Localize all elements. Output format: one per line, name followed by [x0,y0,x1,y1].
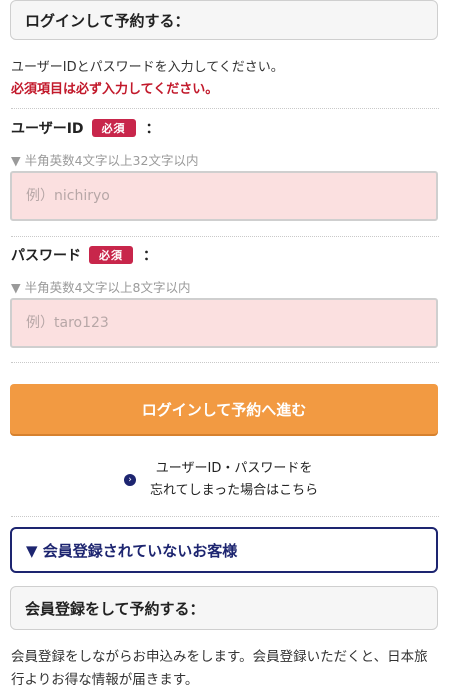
divider [11,108,439,109]
chevron-right-circle-icon: › [124,474,136,486]
login-submit-button[interactable]: ログインして予約へ進む [10,384,438,434]
divider [11,236,439,237]
login-section-title-text: ログインして予約する： [25,11,190,30]
forgot-line-1: ユーザーID・パスワードを [155,461,313,476]
login-page: ログインして予約する： ユーザーIDとパスワードを入力してください。 必須項目は… [0,0,450,688]
login-description: ユーザーIDとパスワードを入力してください。 [11,60,284,75]
password-label-text: パスワード [11,248,81,264]
divider [11,516,439,517]
label-colon: ： [145,121,160,137]
non-member-header[interactable]: ▼ 会員登録されていないお客様 [10,527,438,573]
required-badge: 必須 [91,119,136,137]
required-note: 必須項目は必ず入力してください。 [11,82,219,97]
user-id-label: ユーザーID 必須 ： [11,118,160,138]
user-id-input[interactable] [10,171,438,221]
password-input[interactable] [10,298,438,348]
register-section-title-text: 会員登録をして予約する： [25,599,205,618]
divider [11,362,439,363]
forgot-credentials-link[interactable]: › ユーザーID・パスワードを 忘れてしまった場合はこちら [124,458,318,502]
non-member-header-text: ▼ 会員登録されていないお客様 [26,541,238,560]
label-colon: ： [143,248,157,264]
user-id-label-text: ユーザーID [11,121,84,137]
required-badge: 必須 [89,246,133,264]
register-section-title: 会員登録をして予約する： [10,586,438,630]
forgot-credentials-text: ユーザーID・パスワードを 忘れてしまった場合はこちら [150,458,318,502]
user-id-hint: ▼ 半角英数4文字以上32文字以内 [11,153,199,168]
login-section-title: ログインして予約する： [10,0,438,40]
password-label: パスワード 必須 ： [11,245,157,265]
register-description: 会員登録をしながらお申込みをします。会員登録いただくと、日本旅行よりお得な情報が… [11,649,428,688]
forgot-line-2: 忘れてしまった場合はこちら [150,483,319,498]
password-hint: ▼ 半角英数4文字以上8文字以内 [11,280,191,295]
